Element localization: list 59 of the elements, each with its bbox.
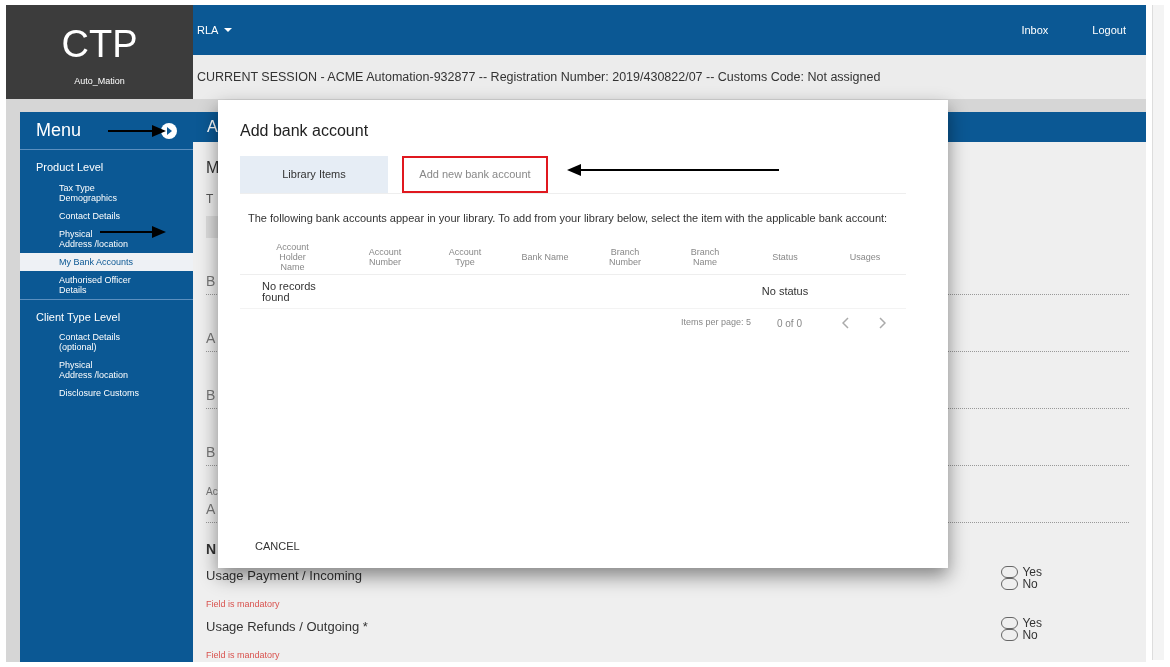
dialog-title: Add bank account <box>240 121 370 141</box>
column-header: Branch Number <box>608 246 642 267</box>
question-label: Usage Refunds / Outgoing * <box>206 618 368 636</box>
sidebar-item[interactable]: Contact Details (optional) <box>20 328 193 356</box>
page-range: 0 of 0 <box>776 316 802 331</box>
annotation-arrow <box>108 124 166 138</box>
previous-icon[interactable] <box>842 317 850 329</box>
dialog-tab[interactable]: Add new bank account <box>402 156 548 193</box>
column-header: Branch Name <box>689 246 721 267</box>
section-title: N <box>206 540 217 559</box>
column-header: Bank Name <box>520 251 570 262</box>
error-message: Field is mandatory <box>206 648 281 662</box>
sidebar-item[interactable]: Contact Details <box>20 206 193 225</box>
sidebar-item[interactable]: Disclosure Customs <box>20 384 193 402</box>
annotation-arrow <box>100 225 166 239</box>
field-label: B <box>206 443 216 462</box>
sidebar-item[interactable]: Tax Type Demographics <box>20 178 193 207</box>
column-header: Account Type <box>447 246 483 267</box>
error-message: Field is mandatory <box>206 597 281 611</box>
table-cell-text: No records found <box>262 280 317 303</box>
rla-dropdown[interactable]: RLA <box>197 21 233 39</box>
table-cell-text: No status <box>760 286 810 297</box>
radio-option[interactable]: No <box>1001 578 1042 590</box>
panel-title: A <box>207 117 218 137</box>
field-hint: Ac <box>206 485 218 499</box>
question-label: Usage Payment / Incoming <box>206 567 363 585</box>
dialog-intro: The following bank accounts appear in your library. To add from your library below, select the item with the applicable bank account: <box>247 211 889 225</box>
sidebar-item[interactable]: Physical Address /location <box>20 356 193 384</box>
nav-link[interactable]: Inbox <box>1021 21 1049 39</box>
user-name: Auto_Mation <box>74 75 125 88</box>
column-header: Account Holder Name <box>275 241 310 272</box>
column-header: Account Number <box>367 246 403 267</box>
sidebar-section: Product Level <box>20 156 193 179</box>
cancel-button[interactable]: CANCEL <box>240 531 315 560</box>
caret-icon <box>224 28 233 32</box>
sidebar-title: Menu <box>36 119 82 142</box>
scrollbar[interactable] <box>1152 5 1164 660</box>
page-subtitle: T <box>206 191 214 208</box>
page-size: Items per page: 5 <box>680 316 751 330</box>
sidebar-item[interactable]: Authorised Officer Details <box>20 270 193 299</box>
column-header: Status <box>771 251 799 262</box>
collapse-icon <box>161 122 177 139</box>
next-icon[interactable] <box>878 317 886 329</box>
field-label: B <box>206 272 216 291</box>
sidebar-section: Client Type Level <box>20 305 193 328</box>
nav-link[interactable]: Logout <box>1092 21 1126 39</box>
column-header: Usages <box>848 251 882 262</box>
dialog-tab[interactable]: Library Items <box>240 156 388 193</box>
field-label: A <box>206 329 216 348</box>
page-title: M <box>206 158 220 178</box>
session-info: CURRENT SESSION - ACME Automation-932877 -- Registration Number: 2019/430822/07 -- Customs Code: Not assigned <box>197 68 881 86</box>
radio-option[interactable]: Yes <box>1001 617 1042 629</box>
field-label: B <box>206 386 216 405</box>
sidebar-item[interactable]: Physical Address /location <box>20 224 193 253</box>
logo: CTP <box>61 25 138 63</box>
field-label: A <box>206 500 216 519</box>
radio-option[interactable]: No <box>1001 629 1042 641</box>
sidebar-item[interactable]: My Bank Accounts <box>20 252 193 271</box>
radio-option[interactable]: Yes <box>1001 566 1042 578</box>
